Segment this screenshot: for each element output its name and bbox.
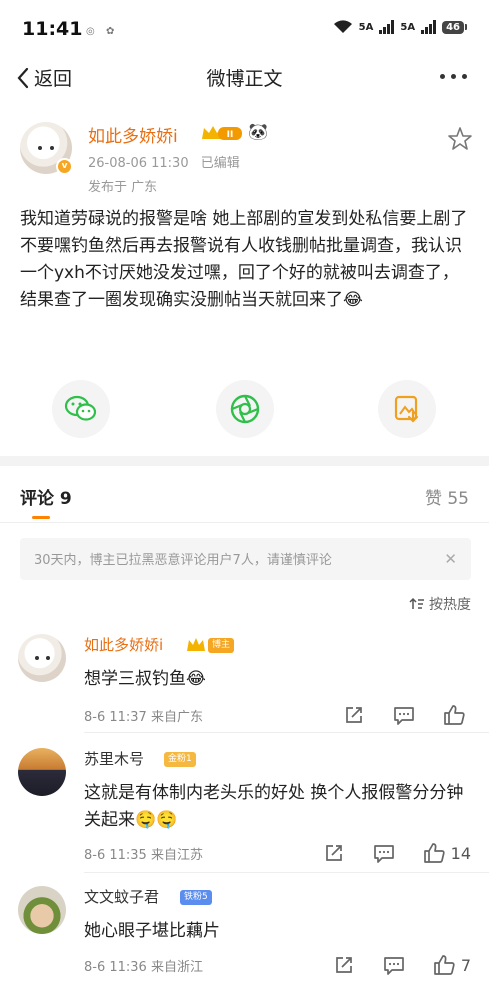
post-date: 26-08-06 11:30 [88, 156, 189, 171]
comment-item: 文文蚊子君 铁粉5 她心眼子堪比藕片 8-6 11:36 来自浙江 7 [0, 886, 489, 986]
nav-bar: 返回 微博正文 [0, 56, 489, 102]
comment-icon [383, 957, 404, 975]
like-count: 14 [450, 843, 471, 863]
share-row [0, 380, 489, 442]
edited-label: 已编辑 [200, 156, 240, 171]
crown-icon [187, 638, 205, 651]
comment-item: 如此多娇娇i 博主 想学三叔钓鱼😂 8-6 11:37 来自广东 [0, 634, 489, 734]
comment-actions [317, 702, 471, 728]
level-badge: II [227, 130, 234, 140]
comment-time: 8-6 11:37 来自广东 [84, 710, 203, 725]
notice-text: 30天内，博主已拉黑恶意评论用户7人，请谨慎评论 [34, 553, 332, 568]
like-button[interactable] [421, 840, 447, 866]
status-time: 11:41 [22, 18, 83, 40]
more-options-icon[interactable] [440, 74, 467, 79]
comment-item: 苏里木号 金粉1 这就是有体制内老头乐的好处 换个人报假警分分钟关起来🤤🤤 8-… [0, 748, 489, 868]
network-label-1: 5A [358, 21, 374, 33]
repost-button[interactable] [321, 840, 347, 866]
commenter-avatar[interactable] [18, 634, 66, 682]
reply-button[interactable] [371, 840, 397, 866]
close-icon[interactable]: ✕ [444, 550, 457, 568]
thumbs-up-icon [433, 955, 455, 975]
post-header: v 如此多娇娇i II 🐼 26-08-06 11:30 已编辑 发布于 广东 [0, 104, 489, 204]
verified-badge-icon: v [56, 158, 73, 175]
comment-text: 这就是有体制内老头乐的好处 换个人报假警分分钟关起来🤤🤤 [84, 783, 464, 830]
author-tag: 博主 [208, 638, 235, 653]
tab-underline [32, 516, 50, 519]
divider [84, 732, 489, 733]
comment-icon [373, 845, 394, 863]
sort-label: 按热度 [429, 597, 471, 613]
likes-tab[interactable]: 赞 55 [425, 484, 469, 509]
moments-icon [230, 394, 260, 424]
moderation-notice: 30天内，博主已拉黑恶意评论用户7人，请谨慎评论 ✕ [20, 538, 471, 580]
star-icon[interactable] [447, 126, 473, 152]
commenter-name[interactable]: 苏里木号 [84, 748, 144, 769]
reply-button[interactable] [391, 702, 417, 728]
commenter-name[interactable]: 文文蚊子君 [84, 886, 159, 907]
like-button[interactable] [431, 952, 457, 978]
divider [0, 522, 489, 523]
thumbs-up-icon [444, 705, 465, 725]
panda-icon: 🐼 [248, 122, 268, 141]
post-text: 我知道劳碌说的报警是啥 她上部剧的宣发到处私信要上剧了不要嘿钓鱼然后再去报警说有… [20, 209, 468, 310]
commenter-avatar[interactable] [18, 886, 66, 934]
moments-share-button[interactable] [216, 380, 274, 438]
page-title: 微博正文 [206, 68, 283, 90]
reply-button[interactable] [381, 952, 407, 978]
post-location: 发布于 广东 [88, 180, 158, 195]
comment-time: 8-6 11:36 来自浙江 [84, 960, 203, 975]
comment-text: 她心眼子堪比藕片 [84, 921, 220, 941]
repost-button[interactable] [341, 702, 367, 728]
repost-icon [346, 707, 362, 723]
battery-icon: 46 [442, 20, 467, 34]
status-bar: 11:41 ◎ ✿ 5A 5A 46 [0, 0, 489, 56]
comment-actions: 7 [307, 952, 471, 978]
signal-icon-1 [379, 20, 395, 34]
repost-button[interactable] [331, 952, 357, 978]
sort-icon [409, 597, 424, 609]
repost-icon [325, 845, 342, 861]
status-icons: 5A 5A 46 [333, 20, 467, 34]
fan-tag: 铁粉5 [180, 890, 212, 905]
like-count: 7 [460, 955, 471, 975]
save-image-share-button[interactable] [378, 380, 436, 438]
commenter-avatar[interactable] [18, 748, 66, 796]
app-notification-icon: ✿ [106, 26, 115, 37]
wifi-icon [333, 20, 352, 33]
comment-time: 8-6 11:35 来自江苏 [84, 848, 203, 863]
save-image-icon [394, 395, 419, 423]
thumbs-up-icon [423, 843, 445, 863]
section-divider [0, 456, 489, 466]
post-date-line: 26-08-06 11:30 已编辑 [88, 152, 240, 171]
comment-text: 想学三叔钓鱼😂 [84, 669, 206, 689]
member-crown-icon: II [202, 126, 242, 140]
signal-icon-2 [421, 20, 437, 34]
sort-button[interactable]: 按热度 [409, 594, 471, 614]
wechat-icon [64, 395, 97, 421]
author-name[interactable]: 如此多娇娇i [88, 122, 178, 147]
comment-actions: 14 [297, 840, 471, 866]
commenter-name[interactable]: 如此多娇娇i [84, 634, 163, 655]
like-button[interactable] [441, 702, 467, 728]
fan-tag: 金粉1 [164, 752, 196, 767]
wechat-share-button[interactable] [52, 380, 110, 438]
divider [84, 872, 489, 873]
battery-level: 46 [442, 20, 464, 34]
repost-icon [335, 957, 352, 973]
weibo-notification-icon: ◎ [86, 26, 95, 37]
comments-tab[interactable]: 评论 9 [20, 484, 72, 509]
comments-header: 评论 9 赞 55 [0, 478, 489, 519]
comment-icon [394, 707, 414, 725]
network-label-2: 5A [400, 21, 416, 33]
